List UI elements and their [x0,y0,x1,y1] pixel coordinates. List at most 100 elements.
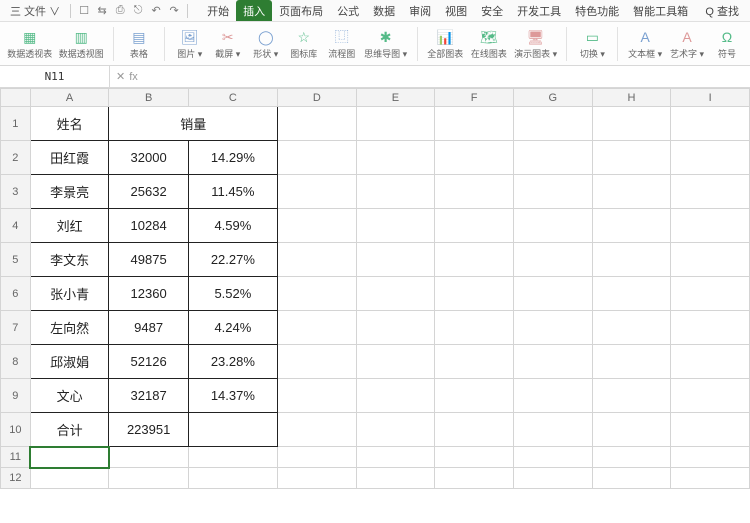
cell[interactable] [277,447,356,468]
pivot-table-button[interactable]: ▦ 数据透视表 [6,27,54,60]
col-header-E[interactable]: E [356,89,435,107]
cell[interactable] [513,311,592,345]
cell[interactable] [592,379,671,413]
cell[interactable] [592,311,671,345]
col-header-G[interactable]: G [513,89,592,107]
cell[interactable]: 左向然 [30,311,109,345]
tab-view[interactable]: 视图 [438,0,474,21]
row-header[interactable]: 4 [1,209,31,243]
row-header[interactable]: 10 [1,413,31,447]
cell[interactable] [356,447,435,468]
col-header-A[interactable]: A [30,89,109,107]
cell[interactable] [356,468,435,489]
cell[interactable] [356,311,435,345]
shapes-button[interactable]: ◯ 形状 ▾ [249,27,283,60]
mindmap-button[interactable]: ✱ 思维导图 ▾ [363,27,409,60]
cell[interactable] [435,447,514,468]
cell[interactable] [435,413,514,447]
cell[interactable] [356,413,435,447]
cell[interactable] [356,107,435,141]
select-all-corner[interactable] [1,89,31,107]
cell[interactable] [435,243,514,277]
cell[interactable] [671,107,750,141]
cell[interactable] [277,413,356,447]
cell[interactable]: 4.59% [188,209,277,243]
cell[interactable]: 李景亮 [30,175,109,209]
tab-start[interactable]: 开始 [200,0,236,21]
col-header-F[interactable]: F [435,89,514,107]
fx-cancel-icon[interactable]: ✕ [116,70,125,83]
cell[interactable] [435,311,514,345]
cell[interactable] [30,468,109,489]
cell[interactable] [277,311,356,345]
cell[interactable] [513,107,592,141]
grid[interactable]: A B C D E F G H I 1 姓名 销量 2 田红霞 32000 14… [0,88,750,489]
cell[interactable]: 10284 [109,209,188,243]
tab-dev[interactable]: 开发工具 [510,0,568,21]
cell[interactable]: 销量 [109,107,277,141]
cell[interactable] [435,141,514,175]
cell[interactable] [592,277,671,311]
cell[interactable] [277,345,356,379]
cell[interactable]: 4.24% [188,311,277,345]
screenshot-button[interactable]: ✂ 截屏 ▾ [211,27,245,60]
cell[interactable] [356,141,435,175]
file-menu[interactable]: 三 文件 ∨ [4,0,66,21]
cell[interactable] [277,141,356,175]
tab-smart-tools[interactable]: 智能工具箱 [626,0,695,21]
cell[interactable]: 合计 [30,413,109,447]
row-header[interactable]: 5 [1,243,31,277]
cell[interactable] [277,175,356,209]
quick-preview-icon[interactable]: ⎙ [113,4,127,17]
cell[interactable] [356,209,435,243]
cell[interactable] [513,141,592,175]
picture-button[interactable]: 🖼 图片 ▾ [173,27,207,60]
quick-print-icon[interactable]: ⇆ [95,4,109,17]
search-button[interactable]: Q 查找 [698,3,746,19]
cell[interactable]: 12360 [109,277,188,311]
cell[interactable] [592,345,671,379]
cell[interactable] [109,447,188,468]
cell[interactable] [277,468,356,489]
tab-insert[interactable]: 插入 [236,0,272,21]
cell[interactable]: 11.45% [188,175,277,209]
cell[interactable] [671,413,750,447]
cell[interactable] [592,175,671,209]
tab-security[interactable]: 安全 [474,0,510,21]
cell[interactable] [592,413,671,447]
cell[interactable]: 姓名 [30,107,109,141]
cell-selected[interactable] [30,447,109,468]
cell[interactable]: 32187 [109,379,188,413]
cell[interactable] [671,447,750,468]
row-header[interactable]: 3 [1,175,31,209]
cell[interactable]: 32000 [109,141,188,175]
col-header-C[interactable]: C [188,89,277,107]
cell[interactable] [513,209,592,243]
table-button[interactable]: ▤ 表格 [122,27,156,60]
cell[interactable] [513,175,592,209]
cell[interactable] [356,345,435,379]
cell[interactable] [277,379,356,413]
cell[interactable] [592,447,671,468]
cell[interactable] [513,277,592,311]
cell[interactable]: 李文东 [30,243,109,277]
col-header-D[interactable]: D [277,89,356,107]
cell[interactable]: 25632 [109,175,188,209]
textbox-button[interactable]: A 文本框 ▾ [626,27,664,60]
icon-lib-button[interactable]: ☆ 图标库 [287,27,321,60]
cell[interactable]: 张小青 [30,277,109,311]
col-header-I[interactable]: I [671,89,750,107]
quick-save-icon[interactable]: ☐ [77,4,91,17]
cell[interactable] [356,175,435,209]
demo-charts-button[interactable]: 🖥 演示图表 ▾ [513,27,559,60]
cell[interactable] [277,107,356,141]
cell[interactable] [513,345,592,379]
quick-undo-icon[interactable]: ↶ [149,4,163,17]
cell[interactable]: 14.37% [188,379,277,413]
cell[interactable] [671,345,750,379]
switch-button[interactable]: ▭ 切换 ▾ [575,27,609,60]
cell[interactable] [435,175,514,209]
cell[interactable]: 文心 [30,379,109,413]
cell[interactable] [592,107,671,141]
cell[interactable] [277,277,356,311]
